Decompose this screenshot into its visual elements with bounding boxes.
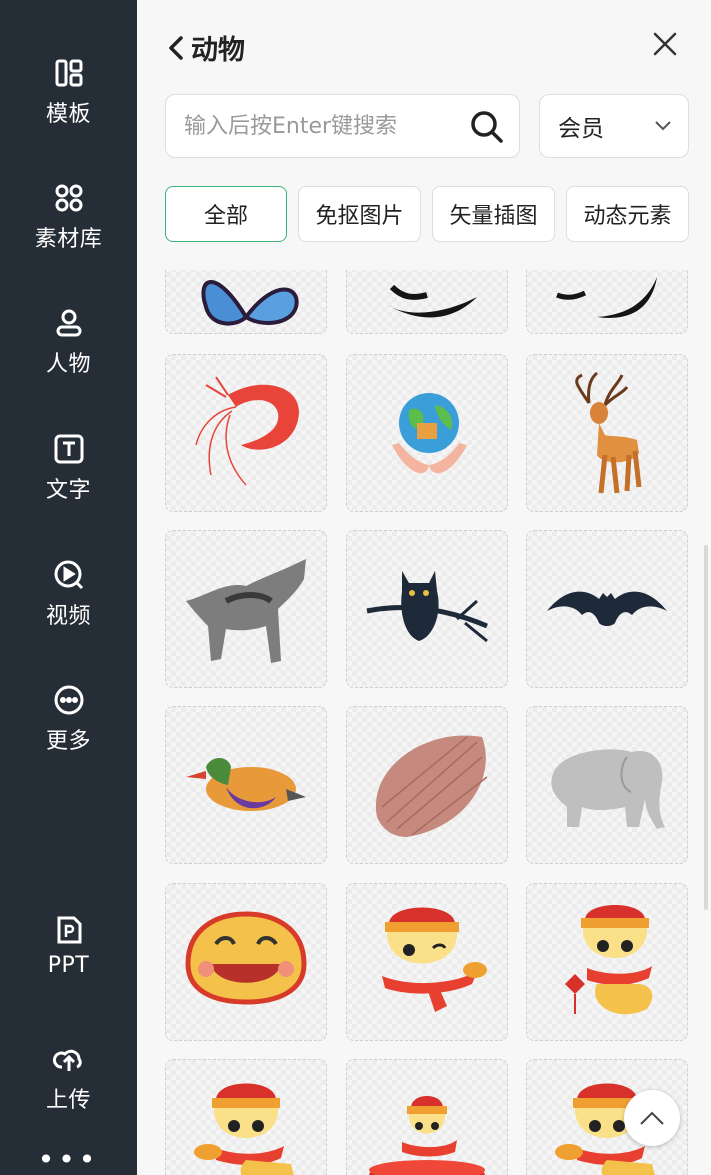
back-button[interactable]: 动物: [165, 28, 245, 67]
sidebar-item-label: PPT: [47, 953, 90, 978]
material-library-icon: [53, 181, 85, 215]
grid-item-owl[interactable]: [346, 530, 508, 688]
sidebar-item-video[interactable]: 视频: [0, 558, 137, 658]
more-icon: [53, 683, 85, 717]
tab-cutout-images[interactable]: 免抠图片: [298, 186, 421, 242]
grid-item-cartoon-snake[interactable]: [165, 1059, 327, 1175]
sidebar-item-label: 更多: [45, 729, 91, 754]
sidebar-item-label: 视频: [45, 604, 91, 629]
grid-item-earth-in-hands[interactable]: [346, 354, 508, 512]
sidebar-item-label: 文字: [45, 478, 91, 503]
membership-select[interactable]: 会员: [539, 94, 689, 158]
sidebar-item-label: 模板: [45, 102, 91, 127]
grid-item-mandarin-duck[interactable]: [165, 706, 327, 864]
scrollbar-thumb[interactable]: [704, 545, 708, 910]
search-icon[interactable]: [469, 109, 505, 145]
grid-item-swallow[interactable]: [346, 270, 508, 334]
grid-item-cartoon-snake-drum[interactable]: [346, 1059, 508, 1175]
grid-item-cartoon-snake-face[interactable]: [165, 883, 327, 1041]
search-input[interactable]: [184, 113, 454, 139]
close-icon[interactable]: [649, 28, 681, 60]
sidebar-item-material-library[interactable]: 素材库: [0, 181, 137, 281]
membership-select-value: 会员: [558, 116, 604, 142]
grid-item-swallow[interactable]: [526, 270, 688, 334]
template-icon: [53, 56, 85, 90]
tab-animated-elements[interactable]: 动态元素: [566, 186, 689, 242]
person-icon: [53, 306, 85, 340]
tab-all[interactable]: 全部: [165, 186, 287, 242]
back-to-top-button[interactable]: [624, 1090, 680, 1146]
grid-item-elephant[interactable]: [526, 706, 688, 864]
sidebar-item-label: 人物: [45, 352, 91, 377]
chevron-up-icon: [640, 1111, 664, 1125]
sidebar-item-text[interactable]: 文字: [0, 432, 137, 532]
grid-item-wolf[interactable]: [165, 530, 327, 688]
grid-item-bat[interactable]: [526, 530, 688, 688]
tab-vector-illustrations[interactable]: 矢量插图: [432, 186, 555, 242]
search-box: [165, 94, 520, 158]
asset-grid: [137, 270, 711, 1175]
ppt-icon: [53, 913, 85, 947]
sidebar-item-person[interactable]: 人物: [0, 306, 137, 406]
sidebar-item-upload[interactable]: 上传: [0, 1042, 137, 1142]
upload-icon: [52, 1042, 85, 1076]
sidebar-item-template[interactable]: 模板: [0, 56, 137, 156]
sidebar-item-label: 上传: [45, 1088, 91, 1113]
video-icon: [53, 558, 85, 592]
grid-item-cartoon-snake-waving[interactable]: [346, 883, 508, 1041]
sidebar: 模板 素材库 人物 文字 视频 更多 PPT 上传 •••: [0, 0, 137, 1175]
page-title: 动物: [191, 35, 245, 66]
sidebar-overflow-dots[interactable]: •••: [0, 1145, 137, 1175]
chevron-down-icon: [655, 121, 671, 131]
text-icon: [53, 432, 85, 466]
sidebar-item-more[interactable]: 更多: [0, 683, 137, 783]
sidebar-item-ppt[interactable]: PPT: [0, 913, 137, 1013]
asset-panel: 动物 会员 全部 免抠图片 矢量插图 动态元素: [137, 0, 711, 1175]
grid-item-shrimp[interactable]: [165, 354, 327, 512]
chevron-left-icon: [169, 35, 183, 60]
grid-item-butterfly[interactable]: [165, 270, 327, 334]
sidebar-item-label: 素材库: [34, 227, 103, 252]
grid-item-deer[interactable]: [526, 354, 688, 512]
grid-item-shell[interactable]: [346, 706, 508, 864]
grid-item-cartoon-snake-lantern[interactable]: [526, 883, 688, 1041]
